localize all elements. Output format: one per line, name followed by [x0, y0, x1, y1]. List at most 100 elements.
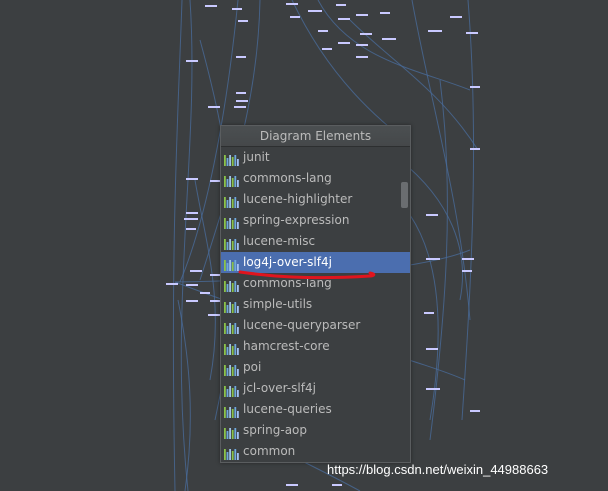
graph-node [234, 106, 246, 108]
graph-node [186, 212, 198, 214]
graph-node [186, 284, 198, 286]
item-label: poi [243, 360, 262, 374]
diagram-elements-popup[interactable]: Diagram Elements junit commons-lang luce… [220, 125, 411, 463]
item-label: hamcrest-core [243, 339, 330, 353]
list-item[interactable]: poi [221, 357, 410, 378]
graph-node [210, 274, 220, 276]
module-icon [224, 236, 240, 250]
graph-node [426, 388, 440, 390]
graph-node [462, 270, 472, 272]
graph-node [166, 283, 178, 285]
graph-node [338, 42, 350, 44]
module-icon [224, 152, 240, 166]
item-label: lucene-queries [243, 402, 332, 416]
popup-title: Diagram Elements [221, 126, 410, 147]
list-item[interactable]: junit [221, 147, 410, 168]
list-item[interactable]: lucene-queryparser [221, 315, 410, 336]
dependency-edge [411, 0, 471, 321]
list-item[interactable]: commons-lang [221, 168, 410, 189]
graph-node [290, 16, 300, 18]
graph-node [184, 218, 198, 220]
list-item[interactable]: spring-expression [221, 210, 410, 231]
module-icon [224, 320, 240, 334]
graph-node [466, 32, 478, 34]
item-label: simple-utils [243, 297, 313, 311]
list-item[interactable]: simple-utils [221, 294, 410, 315]
module-icon [224, 446, 240, 460]
module-icon [224, 299, 240, 313]
item-label: junit [243, 150, 270, 164]
dependency-edge [194, 179, 216, 381]
graph-node [236, 56, 246, 58]
graph-node [186, 60, 198, 62]
graph-node [232, 8, 242, 10]
list-item[interactable]: lucene-misc [221, 231, 410, 252]
graph-node [286, 3, 298, 5]
graph-node [426, 258, 440, 260]
graph-node [426, 214, 438, 216]
module-icon [224, 341, 240, 355]
graph-node [338, 18, 350, 20]
item-label: lucene-misc [243, 234, 316, 248]
dependency-edge [291, 0, 406, 141]
graph-node [356, 14, 368, 16]
scrollbar-thumb[interactable] [401, 182, 408, 208]
module-icon [224, 383, 240, 397]
graph-node [426, 348, 438, 350]
dependency-edge [172, 0, 183, 491]
graph-node [356, 56, 368, 58]
red-underline-annotation [238, 270, 376, 280]
watermark-text: https://blog.csdn.net/weixin_44988663 [327, 462, 549, 477]
graph-node [210, 180, 220, 182]
graph-node [360, 33, 372, 35]
graph-node [470, 148, 480, 150]
item-label: lucene-highlighter [243, 192, 353, 206]
graph-node [336, 4, 346, 6]
module-icon [224, 194, 240, 208]
list-item[interactable]: hamcrest-core [221, 336, 410, 357]
list-item[interactable]: jcl-over-slf4j [221, 378, 410, 399]
graph-node [208, 106, 220, 108]
graph-node [208, 314, 220, 316]
graph-node [380, 12, 390, 14]
graph-node [470, 410, 480, 412]
graph-node [286, 484, 298, 486]
graph-node [424, 312, 434, 314]
graph-node [428, 30, 442, 32]
graph-node [186, 178, 198, 180]
item-label: lucene-queryparser [243, 318, 361, 332]
dependency-edge [177, 299, 191, 491]
item-label: spring-aop [243, 423, 308, 437]
graph-node [238, 20, 248, 22]
graph-node [462, 258, 474, 260]
graph-node [190, 270, 202, 272]
graph-node [210, 300, 220, 302]
graph-node [332, 484, 342, 486]
graph-node [186, 228, 196, 230]
dependency-edge [461, 0, 475, 421]
module-icon [224, 404, 240, 418]
list-item[interactable]: common [221, 441, 410, 462]
graph-node [322, 48, 332, 50]
element-list[interactable]: junit commons-lang lucene-highlighter sp… [221, 147, 410, 462]
item-label: spring-expression [243, 213, 350, 227]
graph-node [382, 38, 396, 40]
graph-node [318, 30, 328, 32]
graph-node [356, 44, 368, 46]
module-icon [224, 362, 240, 376]
item-label: jcl-over-slf4j [243, 381, 316, 395]
module-icon [224, 425, 240, 439]
graph-node [186, 300, 198, 302]
list-item[interactable]: spring-aop [221, 420, 410, 441]
item-label: common [243, 444, 296, 458]
module-icon [224, 173, 240, 187]
module-icon [224, 215, 240, 229]
list-item[interactable]: lucene-queries [221, 399, 410, 420]
item-label: commons-lang [243, 171, 332, 185]
graph-node [236, 92, 246, 94]
graph-node [205, 5, 217, 7]
dependency-edge [317, 0, 471, 91]
list-item[interactable]: lucene-highlighter [221, 189, 410, 210]
graph-node [450, 16, 462, 18]
graph-node [308, 10, 322, 12]
